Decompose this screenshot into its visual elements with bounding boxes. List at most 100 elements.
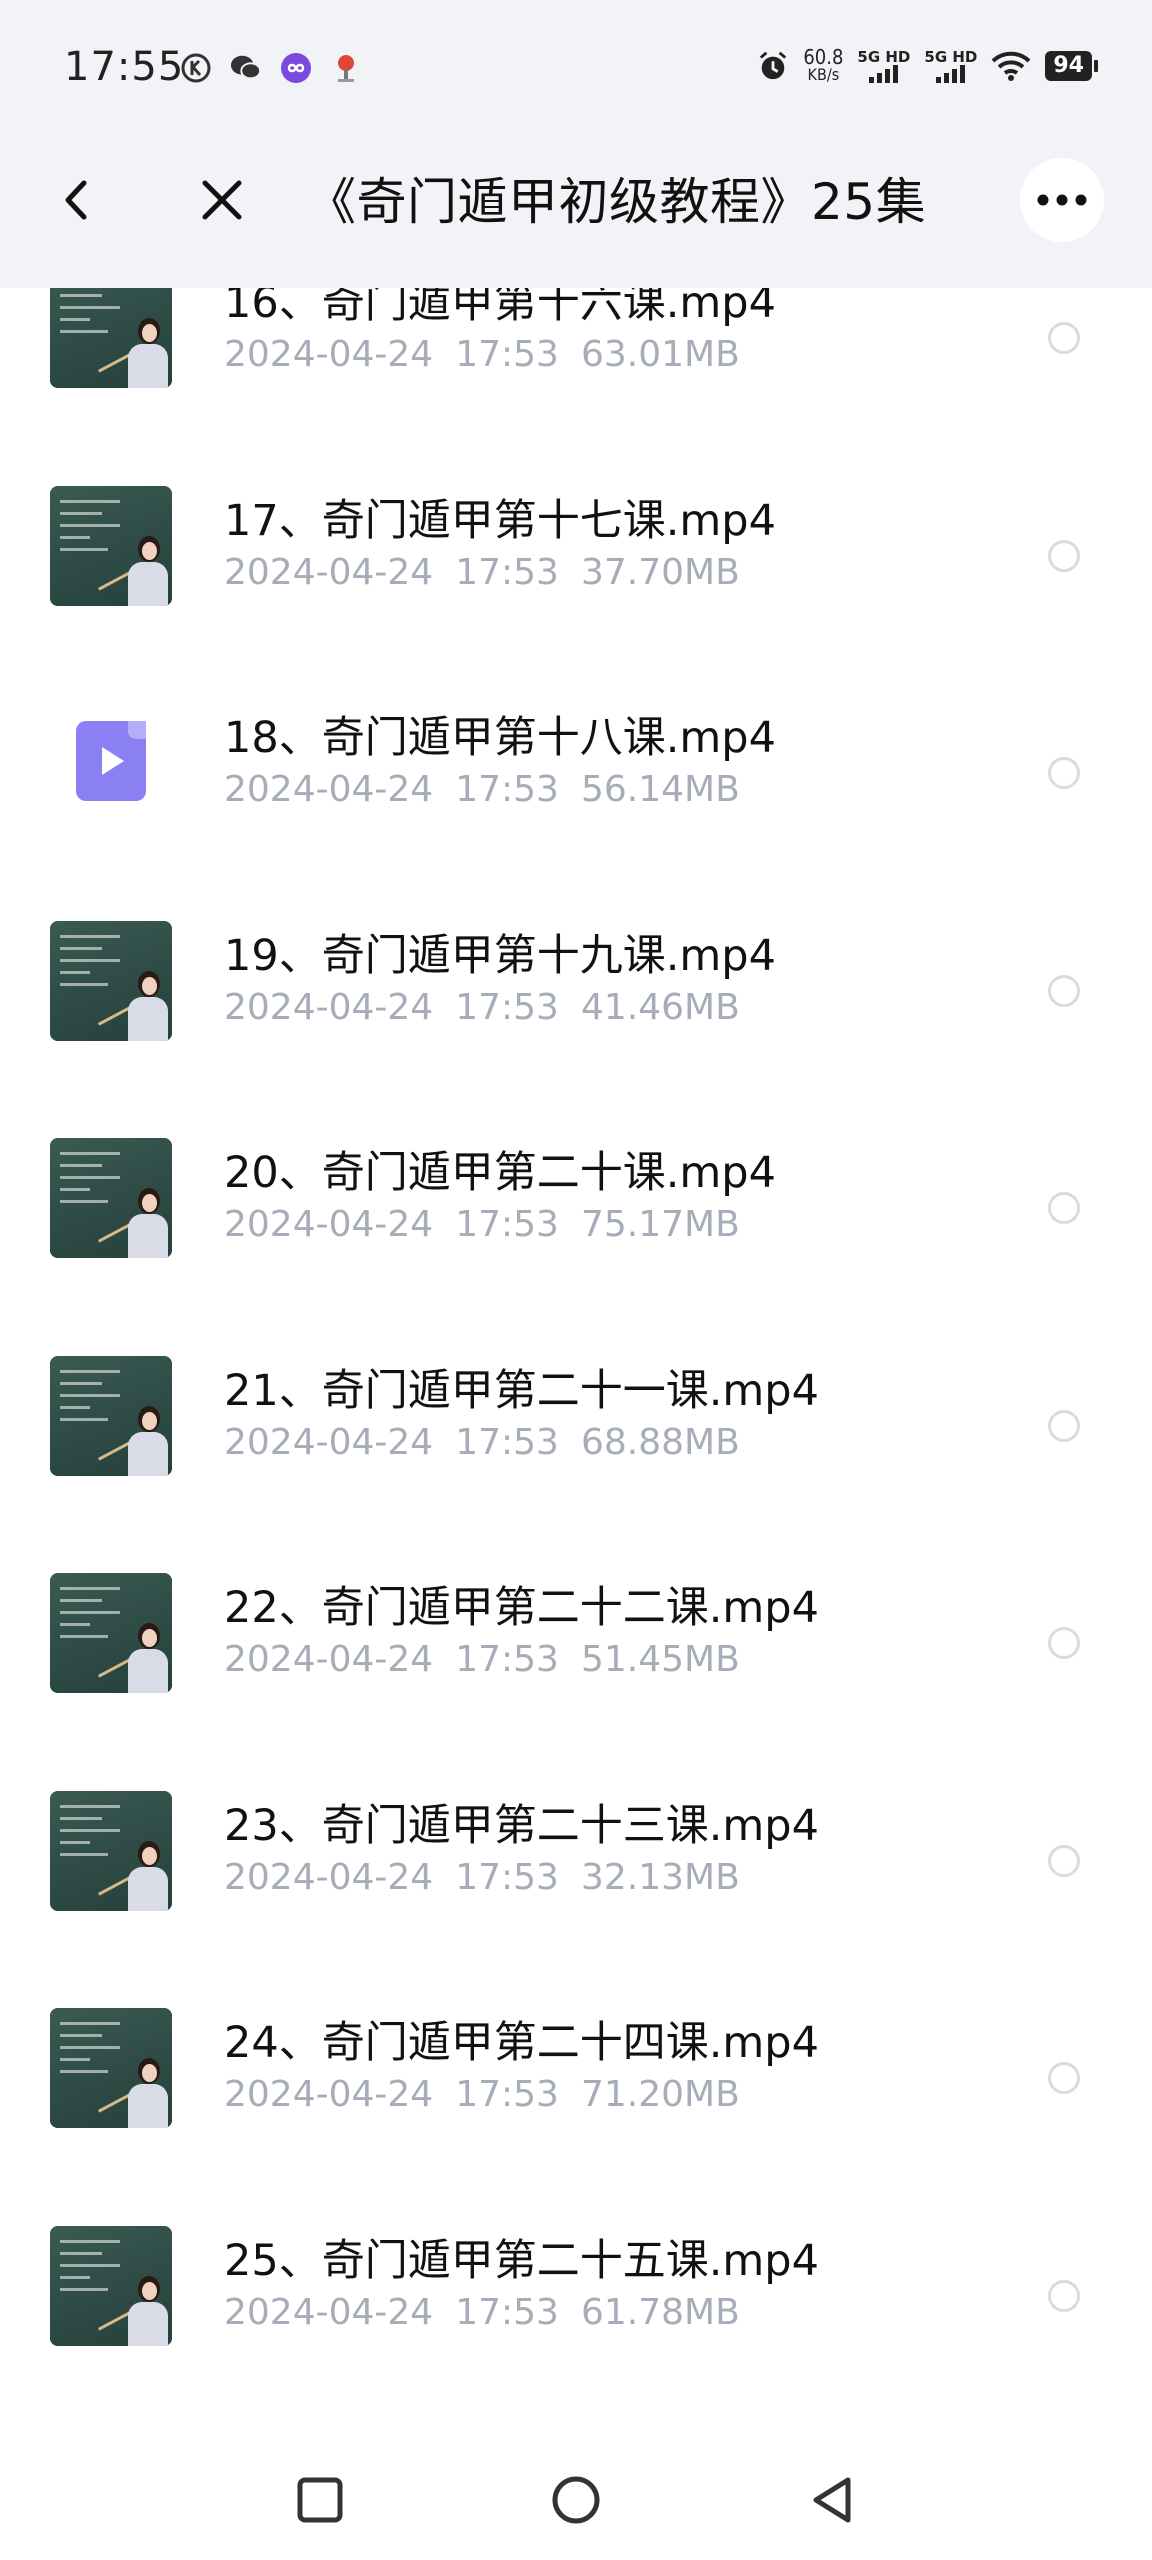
file-meta: 2024-04-24 17:53 37.70MB: [224, 552, 740, 593]
video-thumbnail: [50, 1355, 172, 1476]
file-row[interactable]: 24、奇门遁甲第二十四课.mp4 2024-04-24 17:53 71.20MB: [0, 1938, 1152, 2155]
file-date: 2024-04-24: [224, 2291, 434, 2333]
back-button[interactable]: [40, 164, 112, 236]
file-time: 17:53: [455, 1639, 559, 1680]
file-row[interactable]: 22、奇门遁甲第二十二课.mp4 2024-04-24 17:53 51.45MB: [0, 1503, 1152, 1720]
file-size: 51.45MB: [580, 1639, 740, 1680]
close-button[interactable]: [186, 164, 258, 236]
back-triangle-icon: [813, 2477, 851, 2523]
file-size: 56.14MB: [580, 769, 740, 810]
sim2-signal: 5G HD: [924, 47, 978, 83]
file-size: 68.88MB: [580, 1421, 740, 1463]
file-name: 22、奇门遁甲第二十二课.mp4: [224, 1583, 819, 1633]
select-checkbox[interactable]: [1048, 1409, 1080, 1442]
video-thumbnail: [50, 1138, 172, 1258]
file-meta: 2024-04-24 17:53 63.01MB: [224, 334, 740, 375]
file-time: 17:53: [455, 551, 559, 593]
file-time: 17:53: [455, 2074, 559, 2115]
video-thumbnail: [50, 2225, 172, 2346]
home-button[interactable]: [544, 2468, 608, 2532]
file-name: 19、奇门遁甲第十九课.mp4: [224, 930, 776, 981]
recents-square-icon: [297, 2477, 343, 2523]
battery-indicator: 94: [1045, 51, 1098, 81]
system-back-button[interactable]: [800, 2468, 864, 2532]
close-icon: [202, 180, 242, 220]
file-time: 17:53: [455, 1856, 559, 1898]
file-date: 2024-04-24: [224, 2074, 434, 2115]
alarm-icon: [757, 50, 789, 82]
select-checkbox[interactable]: [1048, 1627, 1080, 1659]
file-size: 63.01MB: [580, 334, 740, 375]
file-row[interactable]: 17、奇门遁甲第十七课.mp4 2024-04-24 17:53 37.70MB: [0, 416, 1152, 633]
file-time: 17:53: [455, 1421, 559, 1463]
select-checkbox[interactable]: [1048, 539, 1080, 572]
back-chevron-icon: [65, 180, 87, 220]
sim2-label: 5G HD: [924, 47, 978, 66]
video-file-icon: [76, 721, 146, 801]
file-meta: 2024-04-24 17:53 71.20MB: [224, 2074, 740, 2115]
file-row[interactable]: 16、奇门遁甲第十六课.mp4 2024-04-24 17:53 63.01MB: [0, 288, 1152, 415]
file-row[interactable]: 25、奇门遁甲第二十五课.mp4 2024-04-24 17:53 61.78MB: [0, 2156, 1152, 2373]
file-name: 18、奇门遁甲第十八课.mp4: [224, 713, 776, 763]
file-size: 75.17MB: [580, 1204, 740, 1245]
page-title: 《奇门遁甲初级教程》25集: [306, 173, 927, 231]
file-date: 2024-04-24: [224, 1421, 434, 1463]
select-checkbox[interactable]: [1048, 1844, 1080, 1877]
file-time: 17:53: [455, 334, 559, 375]
file-name: 24、奇门遁甲第二十四课.mp4: [224, 2018, 819, 2068]
signal-bars-icon: [869, 64, 899, 83]
sim1-signal: 5G HD: [857, 47, 911, 83]
file-time: 17:53: [455, 769, 559, 810]
title-bar: 《奇门遁甲初级教程》25集: [0, 116, 1152, 288]
file-time: 17:53: [455, 2291, 559, 2333]
file-name: 23、奇门遁甲第二十三课.mp4: [224, 1800, 819, 1851]
video-thumbnail: [50, 920, 172, 1041]
file-meta: 2024-04-24 17:53 75.17MB: [224, 1204, 740, 1245]
file-time: 17:53: [455, 1204, 559, 1245]
file-row[interactable]: 20、奇门遁甲第二十课.mp4 2024-04-24 17:53 75.17MB: [0, 1068, 1152, 1285]
file-name: 21、奇门遁甲第二十一课.mp4: [224, 1365, 819, 1416]
file-size: 32.13MB: [580, 1856, 740, 1898]
file-date: 2024-04-24: [224, 1639, 434, 1680]
file-name: 17、奇门遁甲第十七课.mp4: [224, 495, 776, 546]
file-meta: 2024-04-24 17:53 68.88MB: [224, 1422, 740, 1463]
more-icon: [1037, 194, 1087, 206]
file-date: 2024-04-24: [224, 334, 434, 375]
video-thumbnail: [50, 1573, 172, 1693]
sim1-label: 5G HD: [857, 47, 911, 66]
file-row[interactable]: 21、奇门遁甲第二十一课.mp4 2024-04-24 17:53 68.88MB: [0, 1286, 1152, 1503]
more-button[interactable]: [1020, 158, 1104, 242]
select-checkbox[interactable]: [1048, 2279, 1080, 2312]
file-size: 61.78MB: [580, 2291, 740, 2333]
file-time: 17:53: [455, 986, 559, 1028]
video-thumbnail: [50, 2008, 172, 2128]
file-row[interactable]: 19、奇门遁甲第十九课.mp4 2024-04-24 17:53 41.46MB: [0, 851, 1152, 1068]
recents-button[interactable]: [288, 2468, 352, 2532]
file-row[interactable]: 23、奇门遁甲第二十三课.mp4 2024-04-24 17:53 32.13MB: [0, 1721, 1152, 1938]
signal-bars-icon: [936, 64, 966, 83]
select-checkbox[interactable]: [1048, 974, 1080, 1007]
select-checkbox[interactable]: [1048, 2062, 1080, 2094]
file-date: 2024-04-24: [224, 986, 434, 1028]
select-checkbox[interactable]: [1048, 1192, 1080, 1224]
navigation-bar: [0, 2440, 1152, 2560]
file-size: 71.20MB: [580, 2074, 740, 2115]
file-meta: 2024-04-24 17:53 32.13MB: [224, 1857, 740, 1898]
status-bar: 17:55 60.8 KB/s 5G HD 5G HD 94: [0, 0, 1152, 116]
file-row[interactable]: 18、奇门遁甲第十八课.mp4 2024-04-24 17:53 56.14MB: [0, 633, 1152, 850]
wechat-icon: [230, 52, 262, 84]
file-size: 37.70MB: [580, 551, 740, 593]
home-circle-icon: [552, 2476, 600, 2524]
file-date: 2024-04-24: [224, 551, 434, 593]
location-pin-icon: [330, 52, 362, 84]
select-checkbox[interactable]: [1048, 322, 1080, 354]
file-name: 25、奇门遁甲第二十五课.mp4: [224, 2235, 819, 2286]
net-speed: 60.8 KB/s: [803, 45, 844, 84]
net-speed-value: 60.8: [803, 45, 844, 69]
file-list: 16、奇门遁甲第十六课.mp4 2024-04-24 17:53 63.01MB 17、…: [0, 288, 1152, 2448]
link-app-icon: [280, 52, 312, 84]
file-meta: 2024-04-24 17:53 61.78MB: [224, 2292, 740, 2333]
file-meta: 2024-04-24 17:53 56.14MB: [224, 769, 740, 810]
clock: 17:55: [64, 44, 185, 90]
select-checkbox[interactable]: [1048, 757, 1080, 789]
